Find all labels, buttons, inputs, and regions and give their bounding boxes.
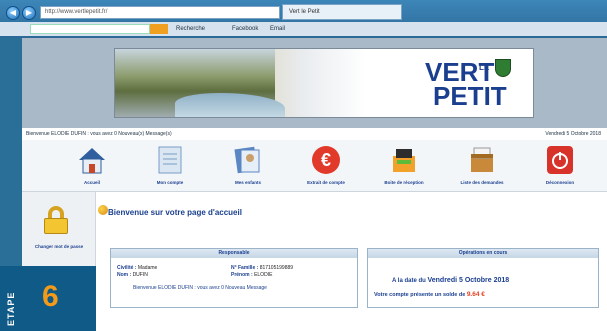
civilite-value: Madame [137, 265, 158, 271]
euro-icon: € [309, 144, 343, 176]
lock-icon[interactable] [44, 206, 68, 234]
requests-icon [465, 144, 499, 176]
web-page: VERT LE PETIT Bienvenue ELODIE DUFIN : v… [22, 38, 607, 331]
banner: VERT LE PETIT [114, 48, 534, 118]
lock-body [44, 218, 68, 234]
operations-heading: Opérations en cours [368, 249, 598, 258]
svg-text:€: € [321, 150, 331, 170]
famille-label: N° Famille : [231, 265, 259, 271]
browser-tab[interactable]: Vert le Petit [282, 4, 402, 20]
forward-icon[interactable]: ▶ [22, 6, 36, 20]
famille-row: N° Famille : 817105199889 [231, 265, 293, 271]
toolbar-item-2[interactable]: Facebook [232, 24, 258, 34]
step-label: ETAPE [6, 291, 16, 326]
nom-row: Nom : DUFIN [117, 272, 148, 278]
operations-panel: Opérations en cours A la date du Vendred… [367, 248, 599, 308]
menu-item-extrait[interactable]: € Extrait de compte [296, 144, 356, 185]
menu-item-reception[interactable]: Boite de réception [374, 144, 434, 185]
welcome-message[interactable]: Bienvenue ELODIE DUFIN : vous avez 0 Nou… [26, 131, 172, 137]
prenom-label: Prénom : [231, 272, 253, 278]
back-icon[interactable]: ◀ [6, 6, 20, 20]
step-badge: ETAPE 6 [0, 266, 96, 331]
step-number: 6 [42, 280, 59, 313]
menu-item-enfants[interactable]: Mes enfants [218, 144, 278, 185]
nom-label: Nom : [117, 272, 132, 278]
prenom-value: ELODIE [254, 272, 273, 278]
menu-item-deconnexion[interactable]: Déconnexion [530, 144, 590, 185]
change-password-link[interactable]: Changer mot de passe [26, 244, 92, 249]
brand-line2: PETIT [433, 81, 507, 111]
children-icon [231, 144, 265, 176]
menu-item-accueil[interactable]: Accueil [62, 144, 122, 185]
header: VERT LE PETIT [22, 38, 607, 128]
responsable-message[interactable]: Bienvenue ELODIE DUFIN : vous avez 0 Nou… [133, 285, 267, 291]
menu-item-compte[interactable]: Mon compte [140, 144, 200, 185]
menu-item-demandes[interactable]: Liste des demandes [452, 144, 512, 185]
civilite-row: Civilité : Madame [117, 265, 157, 271]
address-bar[interactable]: http://www.vertlepetit.fr/ [40, 6, 280, 19]
operations-date: Vendredi 5 Octobre 2018 [427, 277, 510, 284]
welcome-icon [98, 205, 108, 215]
prenom-row: Prénom : ELODIE [231, 272, 272, 278]
home-icon [75, 144, 109, 176]
toolbar-search[interactable] [30, 24, 150, 34]
balance-line: Votre compte présente un solde de 9.64 € [374, 291, 485, 298]
account-icon [153, 144, 187, 176]
toolbar-item-3[interactable]: Email [270, 24, 285, 34]
toolbar-orange-icon[interactable] [150, 24, 168, 34]
toolbar-item-1[interactable]: Recherche [176, 24, 205, 34]
welcome-bar: Bienvenue ELODIE DUFIN : vous avez 0 Nou… [22, 128, 607, 140]
balance-text: Votre compte présente un solde de [374, 292, 466, 298]
responsable-panel: Responsable Civilité : Madame Nom : DUFI… [110, 248, 358, 308]
inbox-icon [387, 144, 421, 176]
brand-le: LE [479, 63, 490, 72]
icon-menu: Accueil Mon compte Mes enfants € Extrait… [22, 140, 607, 192]
current-date: Vendredi 5 Octobre 2018 [545, 131, 601, 137]
page-title: Bienvenue sur votre page d'accueil [108, 208, 242, 217]
power-icon [543, 144, 577, 176]
operations-date-line: A la date du Vendredi 5 Octobre 2018 [392, 277, 509, 284]
crest-icon [495, 59, 511, 77]
famille-value: 817105199889 [259, 265, 294, 271]
balance-amount: 9.64 € [466, 291, 485, 298]
civilite-label: Civilité : [117, 265, 137, 271]
responsable-heading: Responsable [111, 249, 357, 258]
date-prefix: A la date du [392, 278, 426, 284]
nom-value: DUFIN [132, 272, 148, 278]
